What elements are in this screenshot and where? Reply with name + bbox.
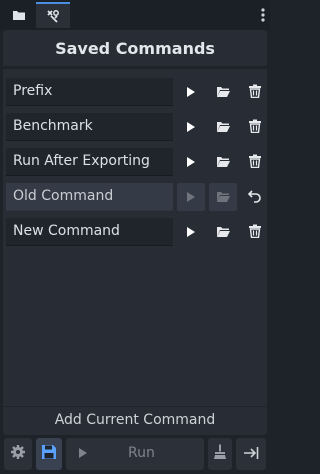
delete-command-button[interactable] [241, 78, 269, 106]
save-icon [41, 444, 57, 464]
exit-icon [243, 445, 259, 464]
open-folder-button[interactable] [209, 113, 237, 141]
save-button[interactable] [36, 438, 62, 470]
play-icon [186, 188, 196, 207]
run-command-button[interactable] [177, 78, 205, 106]
undo-icon [247, 188, 262, 207]
folder-icon [12, 9, 26, 21]
play-icon [186, 223, 196, 242]
folder-open-icon [216, 118, 231, 137]
tab-commands[interactable] [36, 2, 70, 28]
exit-button[interactable] [236, 438, 266, 470]
command-name[interactable]: New Command [6, 218, 173, 246]
play-icon [78, 447, 88, 463]
delete-command-button[interactable] [241, 113, 269, 141]
command-name[interactable]: Prefix [6, 78, 173, 106]
panel-title: Saved Commands [55, 39, 215, 58]
delete-command-button[interactable] [241, 218, 269, 246]
play-icon [186, 153, 196, 172]
saved-commands-panel: Saved Commands Prefix Benchmark Run Afte… [3, 30, 267, 435]
tab-filesystem[interactable] [2, 2, 36, 28]
folder-open-icon [216, 153, 231, 172]
folder-open-icon [216, 223, 231, 242]
command-row: Benchmark [6, 113, 268, 141]
open-folder-button[interactable] [209, 183, 237, 211]
settings-button[interactable] [4, 438, 32, 470]
run-label: Run [128, 445, 155, 461]
command-name[interactable]: Run After Exporting [6, 148, 173, 176]
kebab-icon[interactable] [258, 4, 268, 26]
command-name[interactable]: Old Command [6, 183, 173, 211]
undo-command-button[interactable] [241, 183, 269, 211]
play-icon [186, 118, 196, 137]
trash-icon [248, 118, 262, 137]
run-button[interactable]: Run [66, 438, 204, 470]
run-command-button[interactable] [177, 218, 205, 246]
delete-command-button[interactable] [241, 148, 269, 176]
play-icon [186, 83, 196, 102]
run-command-button[interactable] [177, 113, 205, 141]
open-folder-button[interactable] [209, 218, 237, 246]
bottom-toolbar: Run [0, 438, 270, 472]
folder-open-icon [216, 83, 231, 102]
broom-icon [213, 444, 227, 464]
command-row: New Command [6, 218, 268, 246]
title-divider [3, 66, 267, 69]
gear-icon [10, 444, 26, 464]
folder-open-icon [216, 188, 231, 207]
run-command-button[interactable] [177, 183, 205, 211]
trash-icon [248, 83, 262, 102]
command-row: Prefix [6, 78, 268, 106]
add-current-command-label: Add Current Command [54, 412, 216, 428]
app-root: Saved Commands Prefix Benchmark Run Afte… [0, 0, 270, 474]
command-name[interactable]: Benchmark [6, 113, 173, 141]
run-command-button[interactable] [177, 148, 205, 176]
tab-bar [0, 0, 270, 30]
trash-icon [248, 153, 262, 172]
open-folder-button[interactable] [209, 148, 237, 176]
trash-icon [248, 223, 262, 242]
shortcut-tool-icon [45, 8, 61, 24]
add-current-command-button[interactable]: Add Current Command [3, 406, 267, 434]
command-row: Run After Exporting [6, 148, 268, 176]
command-row-modified: Old Command [6, 183, 268, 211]
clear-output-button[interactable] [208, 438, 232, 470]
open-folder-button[interactable] [209, 78, 237, 106]
